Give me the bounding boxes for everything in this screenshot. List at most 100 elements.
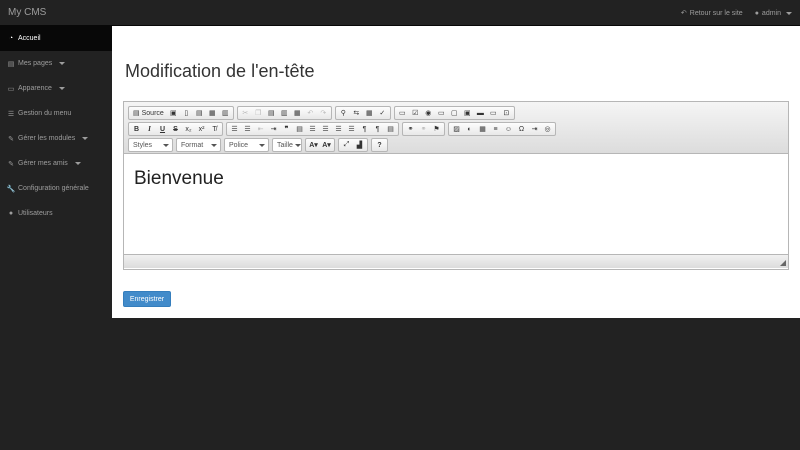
align-center-button[interactable]: ☰ [319, 123, 332, 135]
image-button-button[interactable]: ▭ [487, 107, 500, 119]
sidebar-item-3[interactable]: ☰ Gestion du menu [0, 101, 112, 126]
show-blocks-button[interactable]: ▟ [353, 139, 366, 151]
redo-button[interactable]: ↷ [317, 107, 330, 119]
new-page-button[interactable]: ▯ [180, 107, 193, 119]
button-button[interactable]: ▬ [474, 107, 487, 119]
underline-button[interactable]: U [156, 123, 169, 135]
iframe-button[interactable]: ◎ [541, 123, 554, 135]
subscript-button[interactable]: x₂ [182, 123, 195, 135]
link-button[interactable]: ⚭ [404, 123, 417, 135]
preview-button[interactable]: ▤ [193, 107, 206, 119]
textarea-button[interactable]: ▢ [448, 107, 461, 119]
user-icon: ● [754, 9, 759, 17]
chevron-down-icon [82, 137, 89, 140]
sidebar-item-0[interactable]: ◔ Accueil [0, 26, 112, 51]
save-doc-button[interactable]: ▣ [167, 107, 180, 119]
undo-button[interactable]: ↶ [304, 107, 317, 119]
insert-group: ▨ ◐ ▦ ≡ ☺ Ω ⇥ ◎ [448, 122, 556, 136]
maximize-button[interactable]: ⤢ [340, 139, 353, 151]
sidebar-item-7[interactable]: ● Utilisateurs [0, 201, 112, 226]
numbered-list-button[interactable]: ☰ [228, 123, 241, 135]
sidebar-item-4[interactable]: ✎ Gérer les modules [0, 126, 112, 151]
strike-button[interactable]: S [169, 123, 182, 135]
templates-button[interactable]: ▥ [219, 107, 232, 119]
sidebar-item-label: Mes pages [18, 60, 53, 67]
spellcheck-button[interactable]: ✓ [376, 107, 389, 119]
italic-button[interactable]: I [143, 123, 156, 135]
anchor-button[interactable]: ⚑ [430, 123, 443, 135]
chevron-down-icon [74, 162, 81, 165]
help-button[interactable]: ? [373, 139, 386, 151]
bg-color-button[interactable]: A▾ [320, 139, 333, 151]
superscript-button[interactable]: x² [195, 123, 208, 135]
select-all-button[interactable]: ▦ [363, 107, 376, 119]
ltr-button[interactable]: ¶ [358, 123, 371, 135]
cut-button[interactable]: ✂ [239, 107, 252, 119]
basic-styles-group: B I U S x₂ x² T̸ [128, 122, 223, 136]
editor-toolbar: ▤ Source ▣ ▯ ▤ ▦ ▥ ✂ ❐ ▤ ▥ ▦ ↶ ↷ ⚲ ⇆ ▦ ✓… [124, 102, 788, 154]
sidebar-item-6[interactable]: 🔧 Configuration générale [0, 176, 112, 201]
pencil-icon: ✎ [8, 160, 14, 168]
font-combo[interactable]: Police [224, 138, 269, 152]
copy-button[interactable]: ❐ [252, 107, 265, 119]
user-menu[interactable]: ● admin [755, 9, 792, 17]
brand-link[interactable]: My CMS [8, 7, 46, 18]
indent-button[interactable]: ⇥ [267, 123, 280, 135]
styles-combo[interactable]: Styles [128, 138, 173, 152]
about-group: ? [371, 138, 388, 152]
align-left-button[interactable]: ☰ [306, 123, 319, 135]
div-button[interactable]: ▤ [293, 123, 306, 135]
select-button[interactable]: ▣ [461, 107, 474, 119]
sidebar: ◔ Accueil ▤ Mes pages ▭ Apparence ☰ Gestion du … [0, 26, 112, 450]
sidebar-item-1[interactable]: ▤ Mes pages [0, 51, 112, 76]
justify-button[interactable]: ☰ [345, 123, 358, 135]
smiley-button[interactable]: ☺ [502, 123, 515, 135]
source-button[interactable]: ▤ Source [130, 107, 167, 119]
form-button[interactable]: ▭ [396, 107, 409, 119]
format-combo[interactable]: Format [176, 138, 221, 152]
paste-button[interactable]: ▤ [265, 107, 278, 119]
paste-text-button[interactable]: ▥ [278, 107, 291, 119]
main-panel: Modification de l'en-tête ▤ Source ▣ ▯ ▤ … [112, 26, 800, 318]
links-group: ⚭ ⚭ ⚑ [402, 122, 445, 136]
toolbar-row-2: B I U S x₂ x² T̸ ☰ ☰ ⇤ ⇥ ❞ ▤ ☰ ☰ ☰ ☰ ¶ ¶… [128, 121, 784, 137]
editor-content-area[interactable]: Bienvenue [124, 154, 788, 254]
hidden-field-button[interactable]: ⊡ [500, 107, 513, 119]
print-button[interactable]: ▦ [206, 107, 219, 119]
image-button[interactable]: ▨ [450, 123, 463, 135]
language-button[interactable]: ▤ [384, 123, 397, 135]
sidebar-item-label: Gérer les modules [18, 135, 76, 142]
textfield-button[interactable]: ▭ [435, 107, 448, 119]
sidebar-item-2[interactable]: ▭ Apparence [0, 76, 112, 101]
chevron-down-icon [259, 143, 265, 147]
editor-content-text[interactable]: Bienvenue [134, 168, 778, 190]
bulleted-list-button[interactable]: ☰ [241, 123, 254, 135]
find-button[interactable]: ⚲ [337, 107, 350, 119]
bold-button[interactable]: B [130, 123, 143, 135]
outdent-button[interactable]: ⇤ [254, 123, 267, 135]
special-char-button[interactable]: Ω [515, 123, 528, 135]
blockquote-button[interactable]: ❞ [280, 123, 293, 135]
align-right-button[interactable]: ☰ [332, 123, 345, 135]
rtl-button[interactable]: ¶ [371, 123, 384, 135]
text-color-button[interactable]: A▾ [307, 139, 320, 151]
page-break-button[interactable]: ⇥ [528, 123, 541, 135]
sidebar-item-5[interactable]: ✎ Gérer mes amis [0, 151, 112, 176]
replace-button[interactable]: ⇆ [350, 107, 363, 119]
remove-format-button[interactable]: T̸ [208, 123, 221, 135]
clipboard-group: ✂ ❐ ▤ ▥ ▦ ↶ ↷ [236, 106, 332, 120]
save-button[interactable]: Enregistrer [123, 291, 171, 307]
table-button[interactable]: ▦ [476, 123, 489, 135]
resize-handle-icon[interactable] [780, 260, 786, 266]
chevron-down-icon [59, 62, 66, 65]
top-navbar: My CMS ↶ Retour sur le site ● admin [0, 0, 800, 26]
radio-button[interactable]: ◉ [422, 107, 435, 119]
rich-text-editor: ▤ Source ▣ ▯ ▤ ▦ ▥ ✂ ❐ ▤ ▥ ▦ ↶ ↷ ⚲ ⇆ ▦ ✓… [123, 101, 789, 270]
flash-button[interactable]: ◐ [463, 123, 476, 135]
back-to-site-link[interactable]: ↶ Retour sur le site [681, 9, 743, 18]
unlink-button[interactable]: ⚭ [417, 123, 430, 135]
checkbox-button[interactable]: ☑ [409, 107, 422, 119]
horizontal-rule-button[interactable]: ≡ [489, 123, 502, 135]
size-combo[interactable]: Taille [272, 138, 302, 152]
paste-word-button[interactable]: ▦ [291, 107, 304, 119]
